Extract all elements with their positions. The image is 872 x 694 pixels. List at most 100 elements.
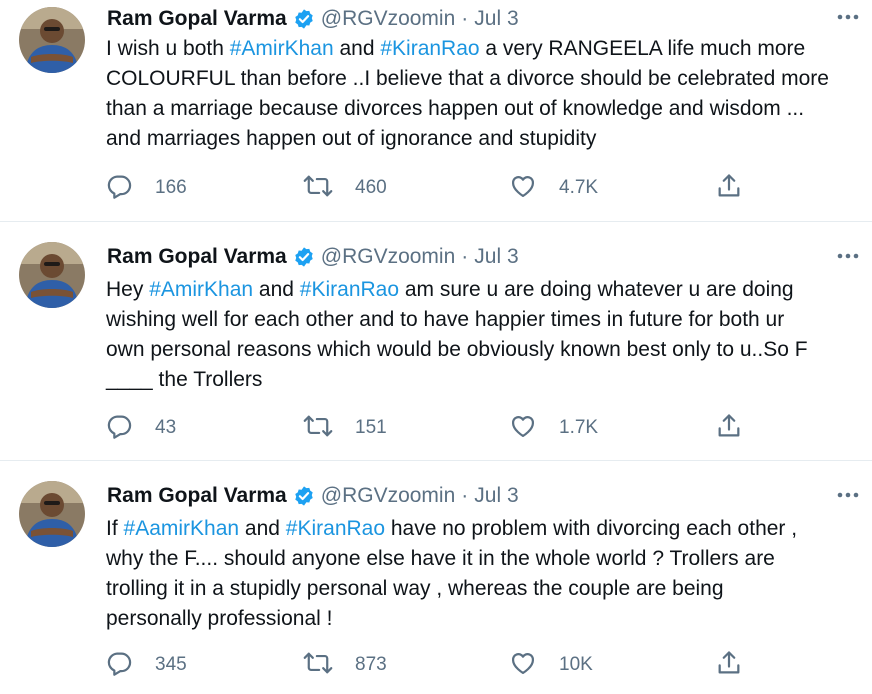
share-button[interactable]: [715, 412, 743, 444]
like-button[interactable]: 10K: [509, 649, 593, 681]
author-handle[interactable]: @RGVzoomin: [321, 484, 456, 508]
avatar[interactable]: [19, 7, 85, 73]
like-button[interactable]: 1.7K: [509, 412, 598, 444]
reply-icon: [105, 172, 133, 205]
like-count: 10K: [559, 654, 593, 675]
author-handle[interactable]: @RGVzoomin: [321, 245, 456, 269]
tweet-text: Hey #AmirKhan and #KiranRao am sure u ar…: [106, 275, 870, 395]
share-icon: [715, 412, 743, 445]
header-separator: ·: [461, 245, 469, 268]
tweet-text-line: own personal reasons which would be obvi…: [106, 335, 870, 365]
tweet-text-line: COLOURFUL than before ..I believe that a…: [106, 64, 870, 94]
tweet-text-line: Hey #AmirKhan and #KiranRao am sure u ar…: [106, 275, 870, 305]
hashtag-link[interactable]: #AmirKhan: [149, 278, 253, 301]
verified-badge-icon: [293, 8, 315, 30]
tweet-text-segment: and: [333, 37, 381, 60]
reply-count: 43: [155, 417, 177, 438]
like-count: 1.7K: [559, 417, 599, 438]
avatar[interactable]: [19, 242, 85, 308]
hashtag-link[interactable]: #AmirKhan: [230, 37, 334, 60]
like-count: 4.7K: [559, 177, 599, 198]
tweet-text-segment: am sure u are doing whatever u are doing: [399, 278, 794, 301]
tweet-date[interactable]: Jul 3: [474, 7, 518, 31]
tweet-text-line: trolling it in a stupidly personal way ,…: [106, 574, 870, 604]
tweet-actions: 345 873 10K: [105, 649, 765, 681]
more-horizontal-icon[interactable]: [834, 484, 862, 506]
tweet-text-segment: than a marriage because divorces happen …: [106, 97, 805, 120]
retweet-icon: [303, 649, 333, 682]
hashtag-link[interactable]: #KiranRao: [380, 37, 479, 60]
reply-button[interactable]: 43: [105, 412, 176, 444]
tweet-header: Ram Gopal Varma @RGVzoomin · Jul 3: [107, 481, 519, 511]
tweet-text: If #AamirKhan and #KiranRao have no prob…: [106, 514, 870, 634]
verified-badge-icon: [293, 246, 315, 268]
tweet-text-segment: personally professional !: [106, 607, 333, 630]
tweet-text-line: than a marriage because divorces happen …: [106, 94, 870, 124]
like-button[interactable]: 4.7K: [509, 172, 598, 204]
tweet-text-segment: COLOURFUL than before ..I believe that a…: [106, 67, 829, 90]
more-horizontal-icon[interactable]: [834, 245, 862, 267]
share-icon: [715, 172, 743, 205]
tweet-text-segment: own personal reasons which would be obvi…: [106, 338, 808, 361]
tweet-text-segment: and: [253, 278, 300, 301]
tweet-text: I wish u both #AmirKhan and #KiranRao a …: [106, 34, 870, 154]
tweet[interactable]: Ram Gopal Varma @RGVzoomin · Jul 3 If #A…: [0, 461, 872, 694]
more-horizontal-icon[interactable]: [834, 6, 862, 28]
avatar[interactable]: [19, 481, 85, 547]
heart-icon: [509, 172, 537, 205]
tweet-text-segment: ____ the Trollers: [106, 368, 263, 391]
tweet-text-segment: why the F.... should anyone else have it…: [106, 547, 775, 570]
tweet[interactable]: Ram Gopal Varma @RGVzoomin · Jul 3 I wis…: [0, 0, 872, 222]
author-handle[interactable]: @RGVzoomin: [321, 7, 456, 31]
tweet-text-segment: trolling it in a stupidly personal way ,…: [106, 577, 724, 600]
tweet-header: Ram Gopal Varma @RGVzoomin · Jul 3: [107, 242, 519, 272]
retweet-icon: [303, 412, 333, 445]
tweet[interactable]: Ram Gopal Varma @RGVzoomin · Jul 3 Hey #…: [0, 222, 872, 461]
tweet-actions: 43 151 1.7K: [105, 412, 765, 444]
header-separator: ·: [461, 484, 469, 507]
retweet-icon: [303, 172, 333, 205]
retweet-count: 151: [355, 417, 387, 438]
retweet-button[interactable]: 151: [303, 412, 387, 444]
share-button[interactable]: [715, 172, 743, 204]
reply-button[interactable]: 166: [105, 172, 187, 204]
retweet-button[interactable]: 460: [303, 172, 387, 204]
tweet-text-line: ____ the Trollers: [106, 365, 870, 395]
tweet-text-line: personally professional !: [106, 604, 870, 634]
hashtag-link[interactable]: #AamirKhan: [124, 517, 240, 540]
share-icon: [715, 649, 743, 682]
tweet-text-segment: wishing well for each other and to have …: [106, 308, 785, 331]
hashtag-link[interactable]: #KiranRao: [286, 517, 385, 540]
author-name[interactable]: Ram Gopal Varma: [107, 484, 287, 508]
tweet-feed: Ram Gopal Varma @RGVzoomin · Jul 3 I wis…: [0, 0, 872, 694]
author-name[interactable]: Ram Gopal Varma: [107, 245, 287, 269]
tweet-text-line: If #AamirKhan and #KiranRao have no prob…: [106, 514, 870, 544]
retweet-count: 873: [355, 654, 387, 675]
tweet-text-segment: and: [239, 517, 286, 540]
reply-icon: [105, 412, 133, 445]
heart-icon: [509, 412, 537, 445]
tweet-text-segment: I wish u both: [106, 37, 230, 60]
tweet-text-segment: a very RANGEELA life much more: [479, 37, 806, 60]
tweet-text-line: why the F.... should anyone else have it…: [106, 544, 870, 574]
author-name[interactable]: Ram Gopal Varma: [107, 7, 287, 31]
retweet-button[interactable]: 873: [303, 649, 387, 681]
header-separator: ·: [461, 7, 469, 30]
reply-button[interactable]: 345: [105, 649, 187, 681]
verified-badge-icon: [293, 485, 315, 507]
tweet-text-segment: have no problem with divorcing each othe…: [385, 517, 798, 540]
tweet-date[interactable]: Jul 3: [474, 484, 518, 508]
tweet-text-line: and marriages happen out of ignorance an…: [106, 124, 870, 154]
hashtag-link[interactable]: #KiranRao: [300, 278, 399, 301]
tweet-date[interactable]: Jul 3: [474, 245, 518, 269]
tweet-header: Ram Gopal Varma @RGVzoomin · Jul 3: [107, 4, 519, 34]
reply-count: 345: [155, 654, 187, 675]
tweet-text-line: wishing well for each other and to have …: [106, 305, 870, 335]
reply-icon: [105, 649, 133, 682]
heart-icon: [509, 649, 537, 682]
share-button[interactable]: [715, 649, 743, 681]
tweet-text-segment: and marriages happen out of ignorance an…: [106, 127, 597, 150]
reply-count: 166: [155, 177, 187, 198]
retweet-count: 460: [355, 177, 387, 198]
tweet-actions: 166 460 4.7K: [105, 172, 765, 204]
